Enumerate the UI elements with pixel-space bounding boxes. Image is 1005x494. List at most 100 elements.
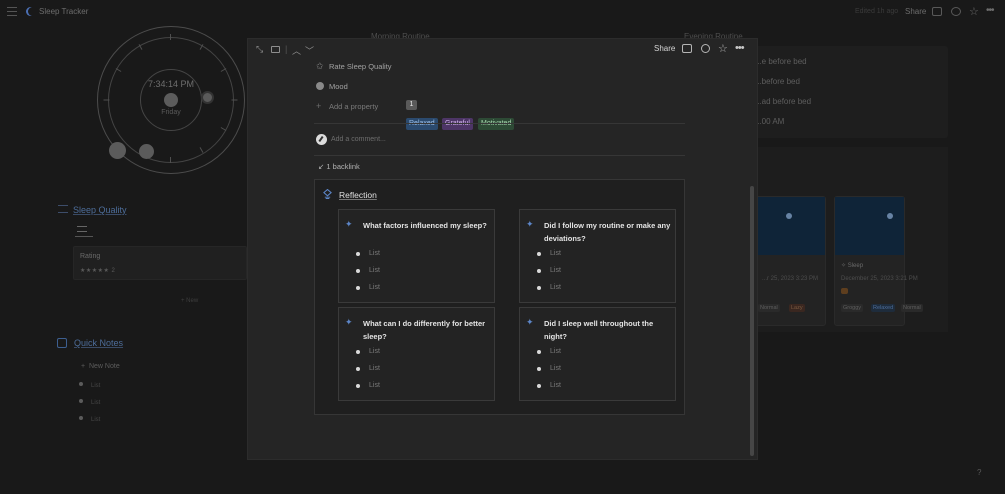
clock-hub (164, 93, 178, 107)
rating-card[interactable]: Rating ★★★★★ 2 (73, 246, 247, 280)
night-sky-image (835, 197, 904, 255)
rating-stars: ★★★★★ 2 (80, 268, 116, 274)
question-card: ✦ Did I follow my routine or make any de… (519, 209, 676, 303)
list-item[interactable]: List (356, 348, 380, 355)
comments-icon[interactable] (932, 7, 942, 16)
add-property-button[interactable]: + Add a property (316, 99, 416, 115)
property-rate-sleep[interactable]: ✩ Rate Sleep Quality (316, 59, 516, 75)
favorite-icon[interactable]: ☆ (718, 42, 728, 55)
sparkle-icon: ✦ (526, 219, 534, 229)
backlink-label: 1 backlink (326, 162, 360, 171)
list-item[interactable]: List (356, 365, 380, 372)
orbit-planet (139, 144, 154, 159)
gallery-tag: Normal (901, 304, 923, 312)
gallery-card[interactable]: ...r 25, 2023 3:23 PM Normal Lazy (755, 196, 826, 326)
menu-icon[interactable] (7, 7, 17, 16)
more-icon[interactable]: ••• (735, 42, 745, 54)
list-item[interactable]: List (356, 250, 380, 257)
clock-orbit-dot (201, 91, 214, 104)
mood-tag-motivated[interactable]: Motivated (478, 118, 515, 130)
favorite-icon[interactable]: ☆ (969, 5, 979, 18)
comment-icon[interactable] (682, 44, 692, 53)
page-peek-modal: ⤡ | ︿ ﹀ Share ☆ ••• ✩ Rate Sleep Quality… (248, 39, 757, 459)
comment-input[interactable]: Add a comment... (331, 136, 386, 143)
sparkle-icon: ✦ (345, 219, 353, 229)
routine-item: ...00 AM (755, 117, 785, 126)
bulb-icon (323, 189, 332, 199)
status-badge (841, 288, 848, 294)
clock-tick (231, 99, 238, 101)
list-item[interactable]: List (356, 267, 380, 274)
list-item[interactable]: List (537, 348, 561, 355)
page-title[interactable]: Sleep Tracker (39, 7, 88, 16)
divider (314, 155, 685, 156)
help-button[interactable]: ? (977, 468, 981, 477)
routine-item: ...before bed (755, 77, 800, 86)
open-as-icon[interactable] (271, 46, 280, 53)
gallery-card[interactable]: ✧ Sleep December 25, 2023 3:21 PM Groggy… (834, 196, 923, 326)
gallery-tag: Relaxed (871, 304, 896, 312)
clock-tick (103, 99, 110, 101)
list-item[interactable]: List (537, 250, 561, 257)
list-icon (77, 226, 87, 232)
backlinks-toggle[interactable]: ↙ 1 backlink (318, 162, 360, 171)
rating-label: Rating (80, 253, 101, 260)
list-item[interactable]: List (356, 284, 380, 291)
chevron-up-icon[interactable]: ︿ (292, 44, 301, 57)
avatar (316, 134, 327, 145)
mood-tag-relaxed[interactable]: Relaxed (406, 118, 438, 130)
scrollbar[interactable] (750, 186, 754, 456)
routine-item: ...e before bed (755, 57, 807, 66)
gallery-tag: Lazy (789, 304, 805, 312)
mood-tag-grateful[interactable]: Grateful (442, 118, 473, 130)
question-heading: Did I sleep well throughout the night? (544, 319, 654, 341)
property-mood[interactable]: Mood (316, 79, 396, 95)
clock-tick (170, 34, 171, 40)
list-view-tab[interactable] (75, 223, 93, 237)
routine-item: ...ad before bed (755, 97, 812, 106)
share-button[interactable]: Share (654, 44, 675, 53)
list-item[interactable]: List (537, 382, 561, 389)
gallery-date: December 25, 2023 3:21 PM (841, 276, 918, 282)
divider (314, 123, 685, 124)
chevron-down-icon[interactable]: ﹀ (305, 44, 314, 57)
list-item[interactable]: List (537, 284, 561, 291)
add-property-label: Add a property (329, 102, 379, 111)
gallery-tag: Groggy (841, 304, 864, 312)
property-label: Mood (329, 82, 348, 91)
gallery-date: ...r 25, 2023 3:23 PM (762, 276, 819, 282)
question-card: ✦ What factors influenced my sleep? List… (338, 209, 495, 303)
database-icon (58, 205, 68, 213)
star-icon: ✩ (316, 61, 324, 71)
expand-icon[interactable]: ⤡ (256, 44, 263, 55)
property-label: Rate Sleep Quality (329, 62, 392, 71)
history-icon[interactable] (701, 44, 710, 53)
sleep-quality-title[interactable]: Sleep Quality (73, 205, 127, 215)
more-icon[interactable]: ••• (986, 5, 994, 16)
list-item[interactable]: List (356, 382, 380, 389)
reflection-callout: Reflection ✦ What factors influenced my … (314, 179, 685, 415)
list-item[interactable]: List (537, 365, 561, 372)
moon-icon (28, 7, 37, 16)
orbit-planet (109, 142, 126, 159)
backlink-arrow-icon: ↙ (318, 162, 325, 171)
quick-notes-title[interactable]: Quick Notes (74, 338, 123, 348)
new-note-button[interactable]: + New Note (81, 363, 120, 370)
question-card: ✦ Did I sleep well throughout the night?… (519, 307, 676, 401)
list-item: List (79, 399, 100, 406)
reflection-title[interactable]: Reflection (339, 190, 377, 200)
question-heading: What factors influenced my sleep? (363, 221, 487, 230)
clock-tick (170, 157, 171, 163)
gallery-title: ✧ Sleep (841, 263, 864, 269)
list-item[interactable]: List (537, 267, 561, 274)
mood-icon (316, 82, 324, 90)
share-button[interactable]: Share (905, 7, 926, 16)
night-sky-image (756, 197, 825, 255)
list-item: List (79, 382, 100, 389)
sparkle-icon: ✦ (345, 317, 353, 327)
sparkle-icon: ✦ (526, 317, 534, 327)
new-entry-button[interactable]: + New (181, 298, 198, 304)
history-icon[interactable] (951, 7, 961, 16)
top-bar: Sleep Tracker Edited 1h ago Share ☆ ••• (0, 0, 1005, 24)
gallery-tag: Normal (758, 304, 780, 312)
